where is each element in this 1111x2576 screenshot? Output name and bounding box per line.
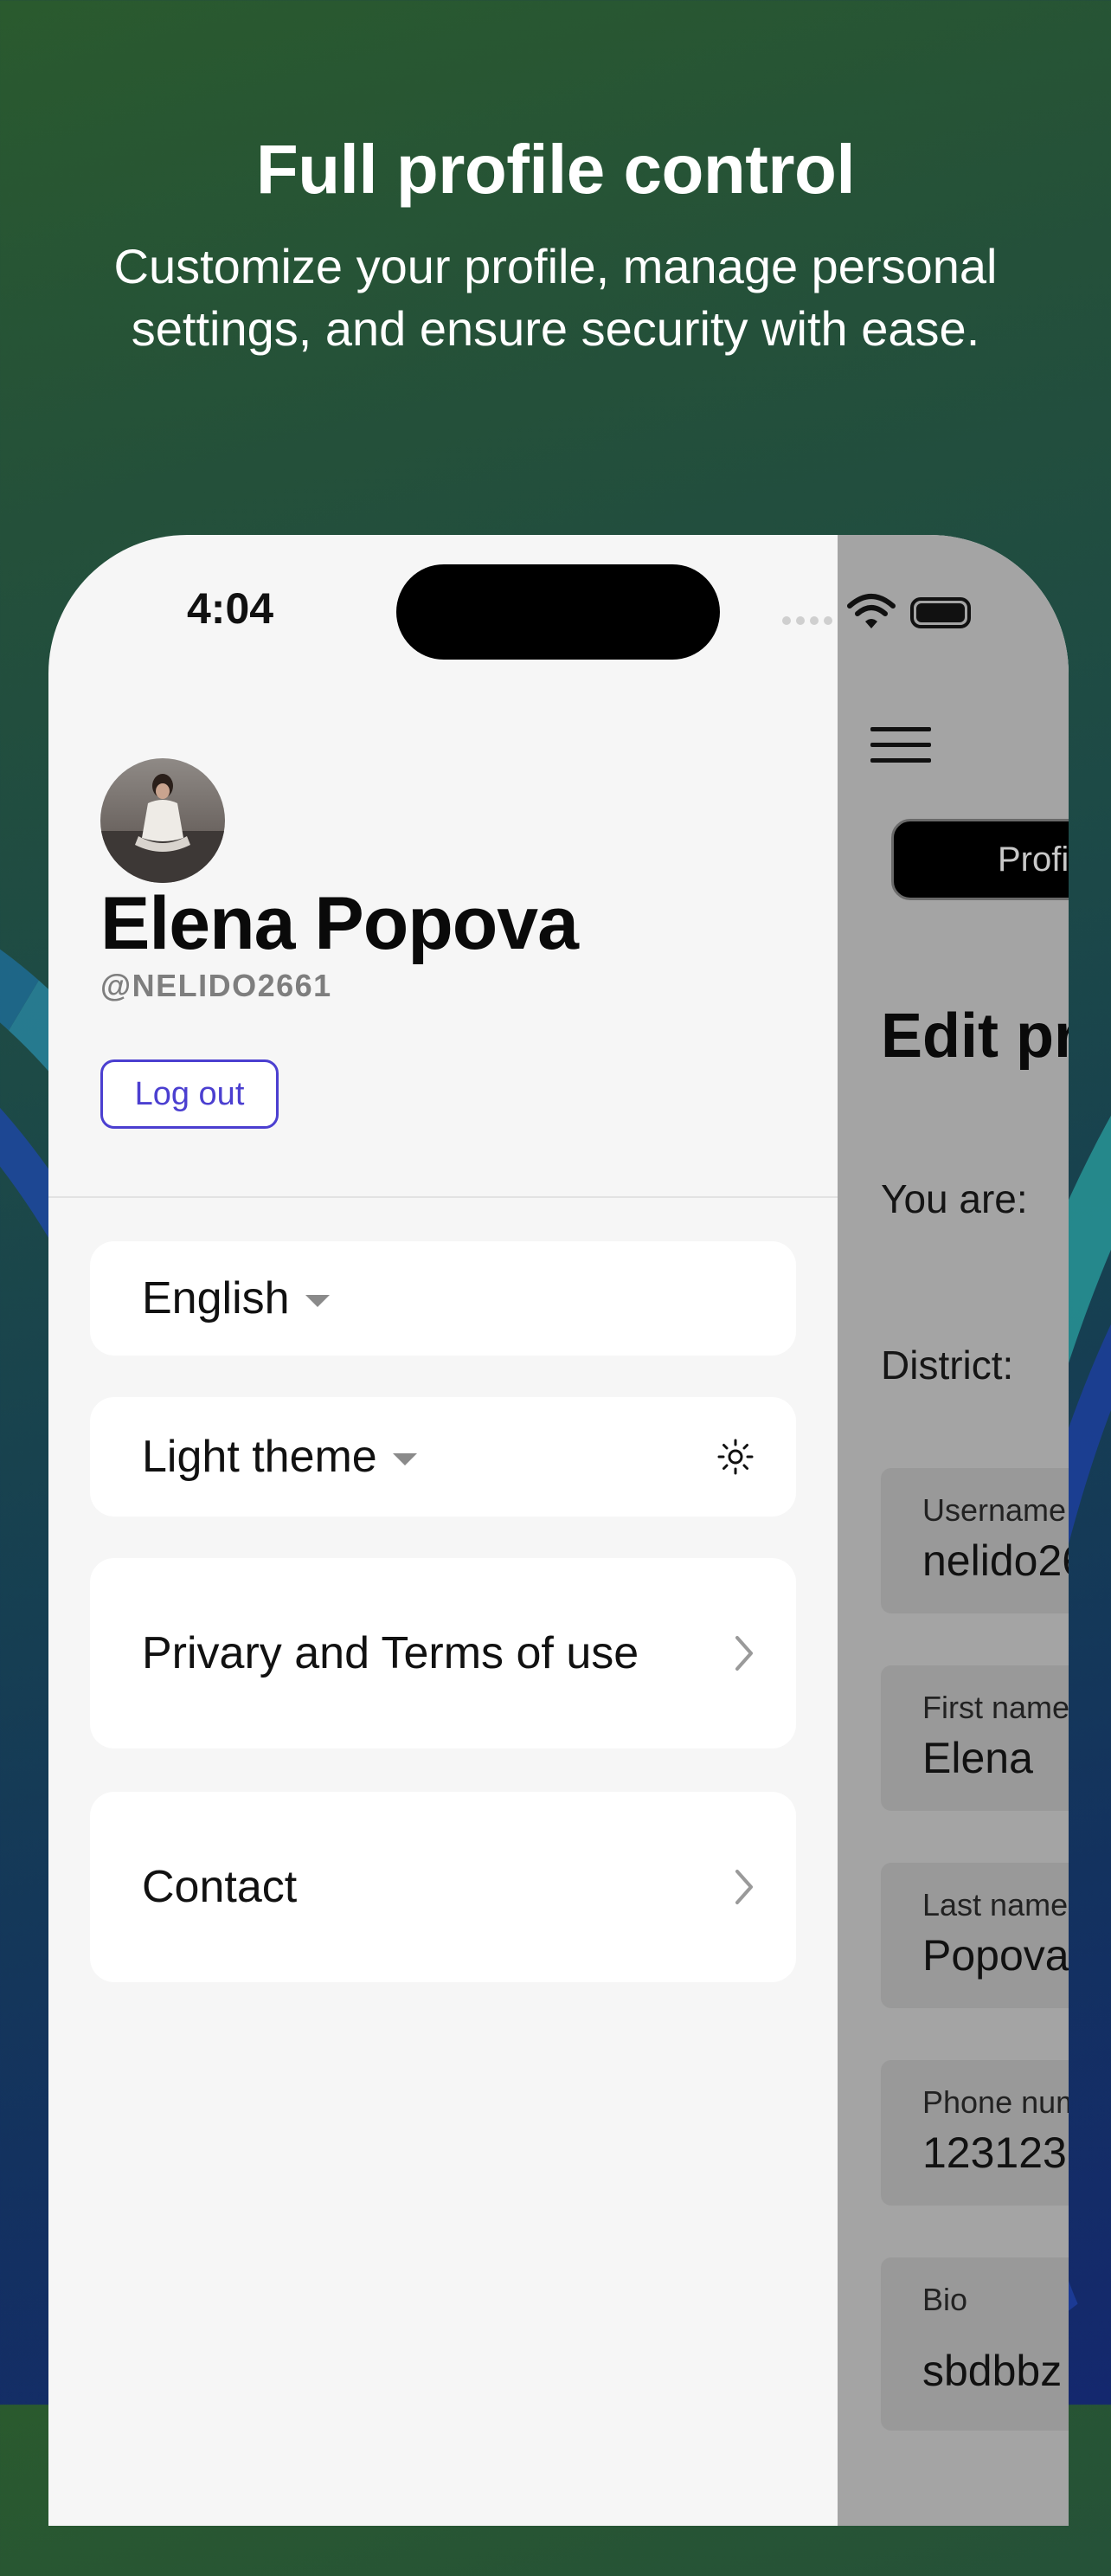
sun-icon [717,1439,754,1475]
wifi-icon [847,594,896,628]
district-label: District: [881,1343,1014,1388]
field-label: Phone num [922,2084,1069,2120]
battery-icon [910,597,971,628]
username-field[interactable]: Username nelido26 [881,1468,1069,1613]
chevron-down-icon [392,1453,417,1465]
field-label: First name [922,1690,1069,1725]
theme-select[interactable]: Light theme [90,1397,796,1517]
contact-label: Contact [142,1862,298,1912]
dynamic-island [396,564,720,660]
signal-icon [782,616,832,625]
privacy-label: Privary and Terms of use [142,1628,639,1678]
avatar-photo-icon [100,758,225,883]
field-value: Popova [922,1931,1069,1980]
logout-button[interactable]: Log out [100,1059,279,1129]
language-label: English [142,1273,290,1323]
phone-screen: 4:04 Elena Popova @NELIDO2661 Log out En… [48,535,1069,2526]
divider [48,1196,838,1198]
chevron-down-icon [305,1295,330,1307]
contact-link[interactable]: Contact [90,1792,796,1982]
edit-profile-title: Edit pr [881,1001,1069,1071]
field-value: nelido26 [922,1536,1069,1585]
avatar[interactable] [100,758,225,883]
promo-title: Full profile control [255,131,856,208]
phone-field[interactable]: Phone num 1231231 [881,2060,1069,2206]
field-label: Username [922,1492,1067,1528]
chevron-right-icon [735,1870,753,1904]
field-label: Bio [922,2282,968,2317]
field-value: 1231231 [922,2128,1069,2177]
theme-label: Light theme [142,1432,377,1482]
privacy-terms-link[interactable]: Privary and Terms of use [90,1558,796,1748]
profile-name: Elena Popova [100,882,579,965]
first-name-field[interactable]: First name Elena [881,1665,1069,1811]
promo-subtitle: Customize your profile, manage personal … [113,239,998,356]
you-are-label: You are: [881,1176,1028,1221]
last-name-field[interactable]: Last name Popova [881,1863,1069,2008]
status-time: 4:04 [187,584,274,633]
field-value: Elena [922,1734,1033,1782]
language-select[interactable]: English [90,1241,796,1356]
bio-field[interactable]: Bio sbdbbz [881,2257,1069,2431]
tab-profile[interactable]: Profi [891,819,1069,900]
menu-icon[interactable] [870,727,931,774]
field-value: sbdbbz [922,2347,1063,2395]
field-label: Last name [922,1887,1069,1922]
chevron-right-icon [735,1636,753,1671]
profile-handle: @NELIDO2661 [100,968,332,1003]
